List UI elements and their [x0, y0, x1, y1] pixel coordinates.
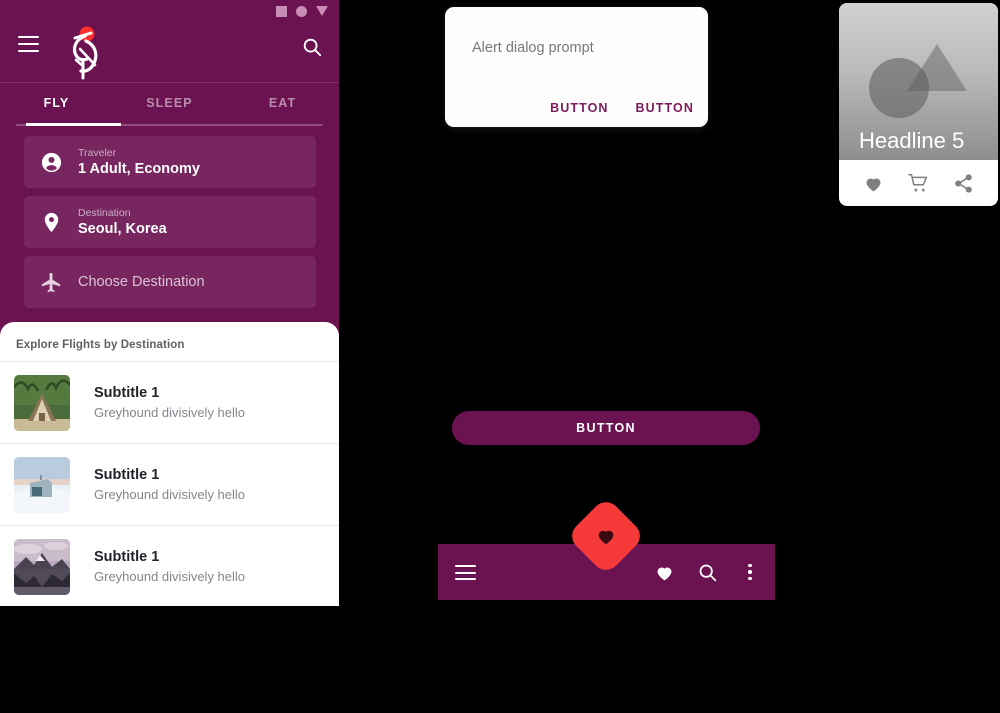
stork-logo-icon [55, 19, 113, 81]
list-item[interactable]: Subtitle 1 Greyhound divisively hello [0, 443, 339, 525]
phone-panel: FLY SLEEP EAT Traveler 1 Adult, Economy [0, 0, 339, 606]
heart-icon[interactable] [653, 561, 675, 583]
mountain-lake-thumbnail [14, 538, 70, 595]
heart-icon[interactable] [863, 173, 884, 194]
card-actions [839, 160, 998, 206]
search-icon[interactable] [696, 561, 718, 583]
list-item[interactable]: Subtitle 1 Greyhound divisively hello [0, 525, 339, 606]
list-item-subtitle: Greyhound divisively hello [94, 569, 246, 584]
sheet-title: Explore Flights by Destination [16, 339, 185, 351]
list-item-title: Subtitle 1 [94, 549, 160, 565]
hamburger-menu-icon[interactable] [18, 36, 39, 52]
placeholder-triangle [907, 44, 967, 91]
heart-icon [595, 525, 617, 547]
list-item-title: Subtitle 1 [94, 385, 160, 401]
field-label: Traveler [78, 146, 117, 159]
field-value: Seoul, Korea [78, 220, 167, 237]
person-icon [24, 151, 78, 174]
field-value: 1 Adult, Economy [78, 160, 200, 177]
snow-cabin-thumbnail [14, 456, 70, 513]
list-item[interactable]: Subtitle 1 Greyhound divisively hello [0, 361, 339, 443]
dialog-prompt: Alert dialog prompt [472, 40, 594, 56]
list-item-title: Subtitle 1 [94, 467, 160, 483]
bottom-bar-actions [653, 544, 761, 600]
field-traveler[interactable]: Traveler 1 Adult, Economy [24, 136, 316, 188]
a-frame-hut-thumbnail [14, 374, 70, 431]
tab-fly[interactable]: FLY [0, 96, 113, 110]
share-icon[interactable] [953, 173, 974, 194]
square-icon [276, 5, 287, 17]
divider [0, 82, 339, 83]
list-item-subtitle: Greyhound divisively hello [94, 487, 246, 502]
search-form: Traveler 1 Adult, Economy Destination Se… [24, 136, 316, 316]
triangle-down-icon [316, 6, 328, 16]
app-bar [0, 22, 339, 80]
field-choose-destination[interactable]: Choose Destination [24, 256, 316, 308]
tab-eat[interactable]: EAT [226, 96, 339, 110]
field-label: Destination [78, 206, 131, 219]
card-headline: Headline 5 [859, 128, 965, 153]
alert-dialog: Alert dialog prompt BUTTON BUTTON [445, 7, 708, 127]
dialog-button-1[interactable]: BUTTON [550, 101, 608, 115]
tab-active-indicator [26, 123, 121, 126]
search-icon[interactable] [301, 36, 323, 58]
tab-sleep[interactable]: SLEEP [113, 96, 226, 110]
hamburger-menu-icon[interactable] [455, 565, 476, 580]
field-destination[interactable]: Destination Seoul, Korea [24, 196, 316, 248]
location-pin-icon [24, 211, 78, 234]
dialog-actions: BUTTON BUTTON [550, 101, 694, 115]
media-card[interactable]: Headline 5 [839, 3, 998, 206]
primary-button[interactable]: BUTTON [452, 411, 760, 445]
bottom-sheet: Explore Flights by Destination Subtitle … [0, 322, 339, 606]
shopping-cart-icon[interactable] [908, 173, 929, 194]
dialog-button-2[interactable]: BUTTON [636, 101, 694, 115]
tab-bar: FLY SLEEP EAT [0, 82, 339, 128]
circle-icon [296, 5, 307, 17]
airplane-icon [24, 271, 78, 294]
circle-and-triangle-placeholder-icon: Headline 5 [839, 3, 998, 160]
list-item-subtitle: Greyhound divisively hello [94, 405, 246, 420]
field-placeholder: Choose Destination [78, 274, 205, 290]
screen: FLY SLEEP EAT Traveler 1 Adult, Economy [0, 0, 1000, 713]
status-bar [0, 0, 339, 22]
more-vertical-icon[interactable] [739, 561, 761, 583]
